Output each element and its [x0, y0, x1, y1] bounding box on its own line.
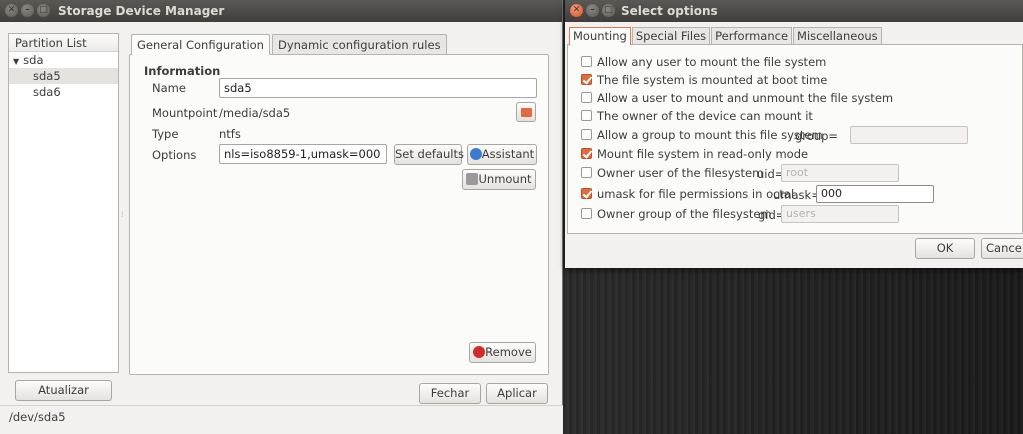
- window-title: Storage Device Manager: [58, 4, 225, 18]
- tab-miscellaneous[interactable]: Miscellaneous: [793, 27, 882, 44]
- status-bar: /dev/sda5: [0, 405, 563, 434]
- dialog-titlebar: ✕ – □ Select options: [565, 0, 1023, 22]
- option-owner-user[interactable]: Owner user of the filesystem: [581, 164, 763, 182]
- option-label: Allow a group to mount this file system: [597, 128, 823, 142]
- option-owner-group[interactable]: Owner group of the filesystem: [581, 205, 772, 223]
- group-field[interactable]: [850, 126, 968, 144]
- gid-field[interactable]: users: [781, 205, 899, 223]
- option-label: Owner group of the filesystem: [597, 207, 772, 221]
- checkbox[interactable]: [581, 56, 592, 67]
- type-label: Type: [152, 127, 179, 141]
- option-label: The file system is mounted at boot time: [597, 73, 828, 87]
- mountpoint-value: /media/sda5: [219, 106, 291, 120]
- expander-triangle-icon[interactable]: ▼: [13, 57, 19, 66]
- name-field[interactable]: sda5: [219, 78, 537, 98]
- fechar-button[interactable]: Fechar: [419, 383, 481, 404]
- storage-device-manager-window: ✕ – □ Storage Device Manager Partition L…: [0, 0, 563, 434]
- tree-item-label: sda5: [33, 69, 61, 83]
- cancel-button[interactable]: Cance: [981, 238, 1023, 259]
- checkbox[interactable]: [581, 208, 592, 219]
- tree-item-sda[interactable]: ▼ sda: [9, 52, 118, 68]
- select-options-dialog: ✕ – □ Select options Mounting Special Fi…: [565, 0, 1023, 268]
- tab-general-configuration[interactable]: General Configuration: [131, 34, 270, 55]
- option-label: umask for file permissions in octal: [597, 187, 795, 201]
- option-label: The owner of the device can mount it: [597, 109, 813, 123]
- unmount-label: Unmount: [478, 172, 532, 186]
- tab-dynamic-configuration-rules[interactable]: Dynamic configuration rules: [271, 34, 447, 54]
- option-label: Allow any user to mount the file system: [597, 55, 827, 69]
- tab-mounting[interactable]: Mounting: [569, 27, 631, 45]
- folder-icon: [520, 108, 532, 117]
- tab-performance[interactable]: Performance: [711, 27, 793, 44]
- umask-field-label: umask=: [773, 188, 821, 202]
- assistant-label: Assistant: [481, 147, 535, 161]
- option-label: Owner user of the filesystem: [597, 166, 764, 180]
- close-dialog-icon[interactable]: ✕: [570, 4, 583, 17]
- assistant-button[interactable]: Assistant: [467, 144, 537, 165]
- ok-button[interactable]: OK: [915, 238, 975, 259]
- pane-divider-handle[interactable]: ⁞: [121, 210, 124, 222]
- group-field-label: group=: [795, 129, 839, 143]
- checkbox[interactable]: [581, 129, 592, 140]
- maximize-dialog-icon[interactable]: □: [602, 4, 615, 17]
- mounting-options-panel: Allow any user to mount the file system …: [567, 44, 1023, 234]
- tab-special-files[interactable]: Special Files: [631, 27, 711, 44]
- checkbox[interactable]: [581, 92, 592, 103]
- option-mounted-at-boot[interactable]: The file system is mounted at boot time: [581, 71, 827, 89]
- remove-icon: [473, 346, 486, 358]
- browse-folder-button[interactable]: [516, 102, 536, 122]
- atualizar-button[interactable]: Atualizar: [15, 380, 112, 401]
- remove-label: Remove: [485, 345, 532, 359]
- set-defaults-button[interactable]: Set defaults: [394, 144, 464, 165]
- tree-item-label: sda6: [33, 85, 61, 99]
- option-group-mount[interactable]: Allow a group to mount this file system: [581, 126, 823, 144]
- general-configuration-panel: Information Name sda5 Mountpoint /media/…: [129, 54, 549, 375]
- aplicar-button[interactable]: Aplicar: [486, 383, 548, 404]
- checkbox[interactable]: [581, 188, 592, 199]
- partition-list-header[interactable]: Partition List: [9, 34, 118, 52]
- option-user-mount-unmount[interactable]: Allow a user to mount and unmount the fi…: [581, 89, 893, 107]
- type-value: ntfs: [219, 127, 241, 141]
- option-read-only[interactable]: Mount file system in read-only mode: [581, 145, 808, 163]
- umask-field[interactable]: 000: [816, 185, 934, 203]
- option-label: Mount file system in read-only mode: [597, 147, 809, 161]
- checkbox[interactable]: [581, 110, 592, 121]
- minimize-window-icon[interactable]: –: [21, 4, 34, 17]
- maximize-window-icon[interactable]: □: [37, 4, 50, 17]
- remove-button[interactable]: Remove: [469, 342, 536, 363]
- drive-icon: [466, 173, 479, 185]
- minimize-dialog-icon[interactable]: –: [586, 4, 599, 17]
- checkbox[interactable]: [581, 148, 592, 159]
- option-allow-any-user[interactable]: Allow any user to mount the file system: [581, 53, 826, 71]
- tree-item-sda6[interactable]: sda6: [9, 84, 118, 100]
- dialog-title: Select options: [621, 4, 718, 18]
- option-label: Allow a user to mount and unmount the fi…: [597, 91, 894, 105]
- partition-list: Partition List ▼ sda sda5 sda6: [8, 33, 119, 373]
- uid-field[interactable]: root: [781, 164, 899, 182]
- tree-item-label: sda: [23, 53, 44, 67]
- main-tabs: General Configuration Dynamic configurat…: [131, 34, 449, 55]
- information-heading: Information: [144, 64, 221, 78]
- help-icon: [469, 148, 482, 160]
- option-umask[interactable]: umask for file permissions in octal: [581, 185, 794, 203]
- option-owner-can-mount[interactable]: The owner of the device can mount it: [581, 107, 813, 125]
- unmount-button[interactable]: Unmount: [462, 169, 536, 190]
- checkbox[interactable]: [581, 167, 592, 178]
- options-field[interactable]: nls=iso8859-1,umask=000: [219, 144, 387, 164]
- status-text: /dev/sda5: [9, 410, 66, 424]
- options-label: Options: [152, 148, 197, 162]
- name-label: Name: [152, 81, 186, 95]
- tree-item-sda5[interactable]: sda5: [9, 68, 118, 84]
- main-titlebar: ✕ – □ Storage Device Manager: [0, 0, 562, 22]
- options-tabs: Mounting Special Files Performance Misce…: [569, 27, 883, 45]
- checkbox[interactable]: [581, 74, 592, 85]
- mountpoint-label: Mountpoint: [152, 106, 218, 120]
- close-window-icon[interactable]: ✕: [5, 4, 18, 17]
